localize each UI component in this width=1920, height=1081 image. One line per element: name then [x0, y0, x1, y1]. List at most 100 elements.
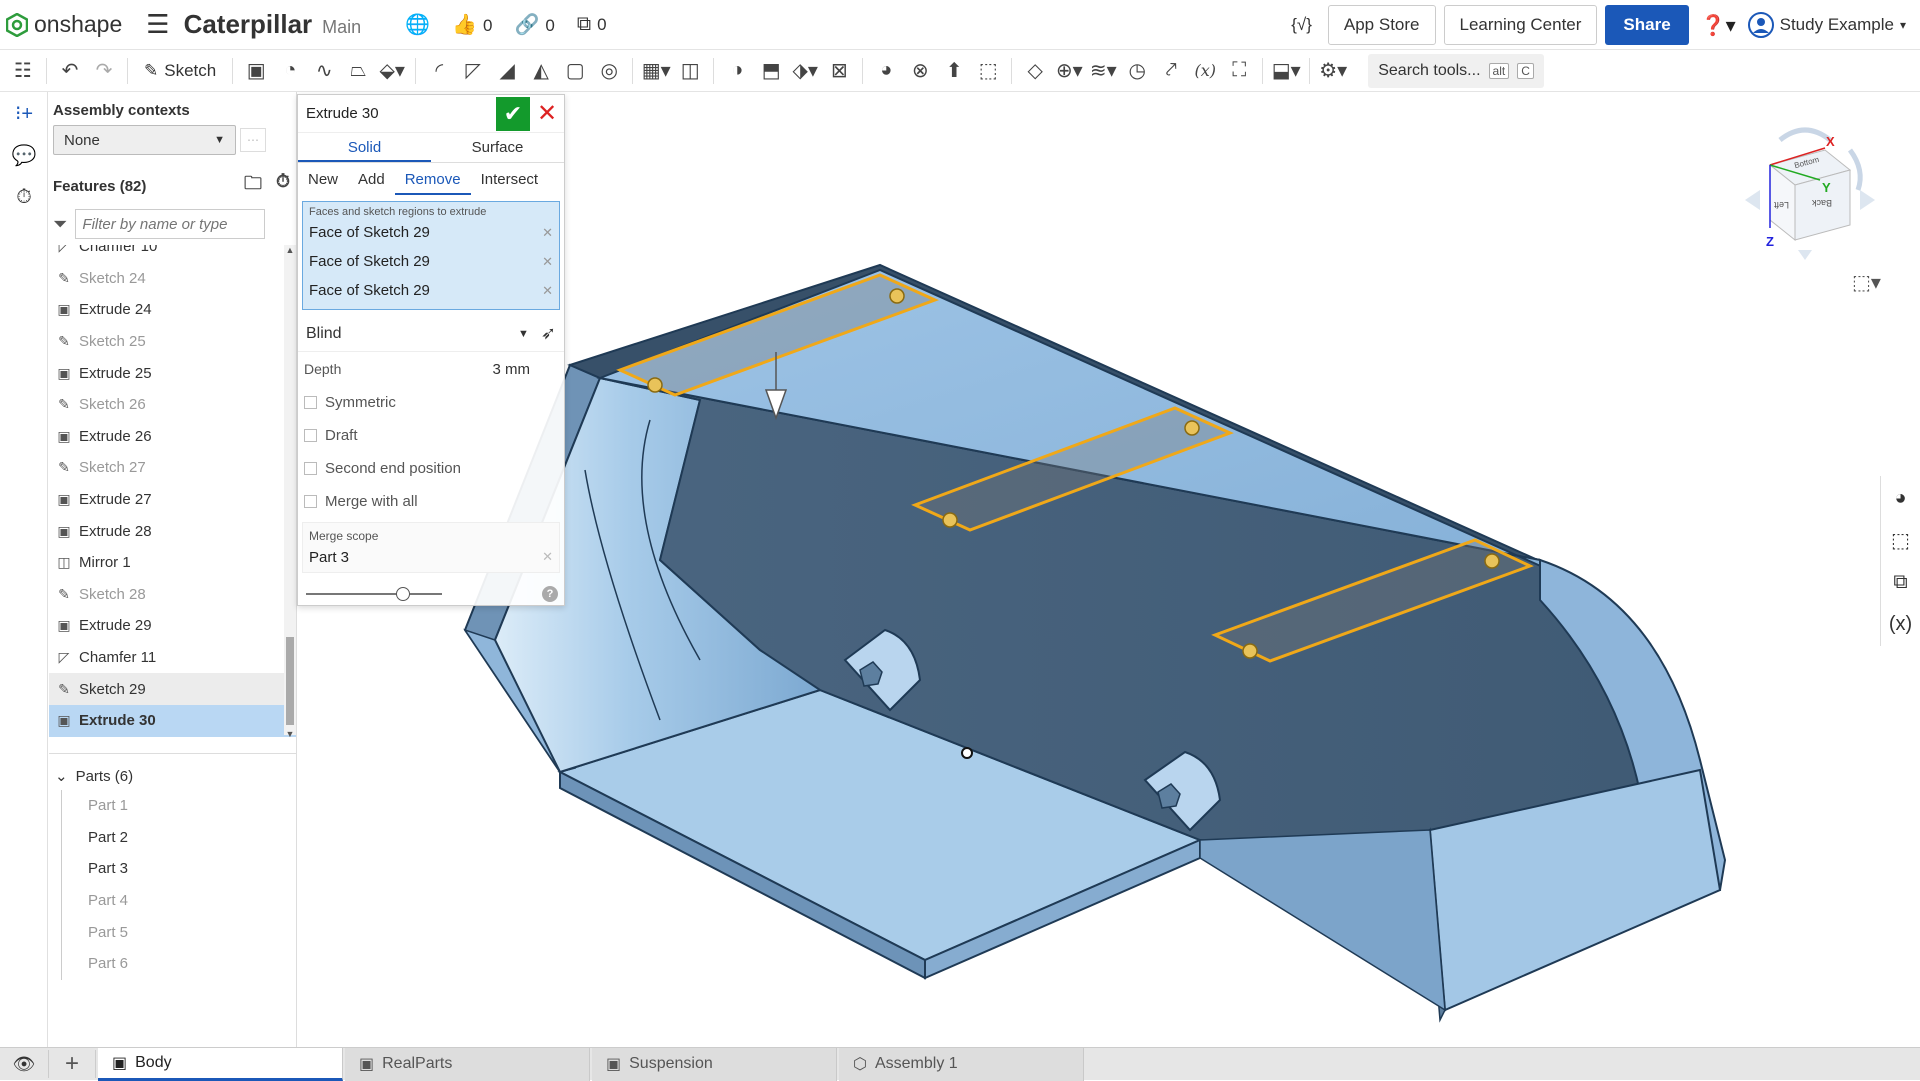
- variables-panel-icon[interactable]: (x): [1881, 606, 1920, 642]
- split-tool-icon[interactable]: ⬒: [754, 54, 788, 88]
- depth-field[interactable]: Depth 3 mm: [298, 352, 564, 386]
- derived-tool-icon[interactable]: ⤤: [1154, 54, 1188, 88]
- op-new[interactable]: New: [298, 165, 348, 195]
- search-tools-input[interactable]: Search tools... alt C: [1368, 53, 1544, 88]
- variable-tool-icon[interactable]: (x): [1188, 54, 1222, 88]
- tab-realparts[interactable]: ▣ RealParts: [345, 1047, 590, 1081]
- parts-properties-icon[interactable]: ⬚: [1881, 522, 1920, 558]
- feature-item[interactable]: ▣ Extrude 26: [49, 421, 296, 453]
- second-end-checkbox[interactable]: Second end position: [298, 452, 564, 485]
- help-icon[interactable]: ?: [542, 586, 558, 602]
- feature-item[interactable]: ▣ Extrude 30: [49, 704, 296, 737]
- accept-check-icon[interactable]: ✔: [496, 96, 530, 131]
- fillet-tool-icon[interactable]: ◜: [422, 54, 456, 88]
- hole-tool-icon[interactable]: ◎: [592, 54, 626, 88]
- more-icon[interactable]: ⋯: [240, 128, 266, 152]
- feature-item[interactable]: ✎ Sketch 27: [49, 452, 296, 484]
- feature-item[interactable]: ▣ Extrude 29: [49, 610, 296, 642]
- shell-tool-icon[interactable]: ▢: [558, 54, 592, 88]
- gear-icon[interactable]: ⚙▾: [1316, 54, 1350, 88]
- feature-list-scrollbar[interactable]: ▲ ▼: [284, 245, 296, 739]
- plane-tool-icon[interactable]: ◇: [1018, 54, 1052, 88]
- feature-item[interactable]: ◸ Chamfer 10: [49, 245, 296, 263]
- remove-x-icon[interactable]: ✕: [542, 254, 553, 270]
- transform-tool-icon[interactable]: ⬗▾: [788, 54, 822, 88]
- op-remove[interactable]: Remove: [394, 165, 471, 195]
- feature-item[interactable]: ◫ Mirror 1: [49, 547, 296, 579]
- part-item[interactable]: Part 6: [61, 947, 296, 980]
- tab-manager-icon[interactable]: 👁: [0, 1054, 48, 1075]
- boolean-tool-icon[interactable]: ◑: [720, 54, 754, 88]
- cube-face-back[interactable]: Back: [1812, 198, 1832, 208]
- part-item[interactable]: Part 1: [61, 790, 296, 822]
- preview-slider[interactable]: ?: [306, 579, 558, 609]
- user-menu[interactable]: Study Example ▾: [1747, 12, 1906, 38]
- tab-surface[interactable]: Surface: [431, 133, 564, 162]
- add-icon[interactable]: ⁝+: [0, 92, 48, 134]
- modify-fillet-tool-icon[interactable]: ◕: [869, 54, 903, 88]
- feature-item[interactable]: ✎ Sketch 29: [49, 673, 296, 705]
- feature-item[interactable]: ▣ Extrude 27: [49, 484, 296, 516]
- like-counter[interactable]: 👍 0: [452, 12, 492, 37]
- tab-suspension[interactable]: ▣ Suspension: [592, 1047, 837, 1081]
- appearance-icon[interactable]: ◕: [1881, 480, 1920, 516]
- feature-item[interactable]: ◸ Chamfer 11: [49, 642, 296, 674]
- cube-face-left[interactable]: Left: [1774, 200, 1789, 210]
- delete-face-tool-icon[interactable]: ⊗: [903, 54, 937, 88]
- merge-scope-field[interactable]: Merge scope Part 3 ✕: [302, 522, 560, 573]
- feature-item[interactable]: ✎ Sketch 24: [49, 263, 296, 295]
- chamfer-tool-icon[interactable]: ◸: [456, 54, 490, 88]
- feature-filter-input[interactable]: [75, 209, 266, 239]
- copy-counter[interactable]: ⧉ 0: [577, 13, 607, 36]
- feature-item[interactable]: ▣ Extrude 28: [49, 515, 296, 547]
- feature-list-icon[interactable]: ☷: [6, 54, 40, 88]
- replace-face-tool-icon[interactable]: ⬚: [971, 54, 1005, 88]
- redo-icon[interactable]: ↷: [87, 54, 121, 88]
- faces-selection-box[interactable]: Faces and sketch regions to extrude Face…: [302, 201, 560, 310]
- history-icon[interactable]: ⏱: [0, 176, 48, 218]
- menu-icon[interactable]: ☰: [146, 9, 169, 40]
- mirror-tool-icon[interactable]: ◫: [673, 54, 707, 88]
- loft-tool-icon[interactable]: ⏢: [341, 54, 375, 88]
- comment-icon[interactable]: 💬: [0, 134, 48, 176]
- view-options-icon[interactable]: ⬚▾: [1852, 270, 1881, 295]
- symmetric-checkbox[interactable]: Symmetric: [298, 386, 564, 419]
- thicken-tool-icon[interactable]: ⬙▾: [375, 54, 409, 88]
- part-item[interactable]: Part 2: [61, 821, 296, 854]
- app-store-button[interactable]: App Store: [1327, 5, 1436, 45]
- assembly-context-select[interactable]: None ▼: [53, 125, 236, 155]
- mate-connector-tool-icon[interactable]: ⊕▾: [1052, 54, 1086, 88]
- op-intersect[interactable]: Intersect: [471, 165, 549, 195]
- measure-tool-icon[interactable]: ◷: [1120, 54, 1154, 88]
- feature-item[interactable]: ✎ Sketch 26: [49, 389, 296, 421]
- part-item[interactable]: Part 5: [61, 916, 296, 948]
- selected-face-item[interactable]: Face of Sketch 29 ✕: [309, 218, 553, 247]
- help-icon[interactable]: ❓▾: [1701, 13, 1736, 38]
- tab-body[interactable]: ▣ Body: [98, 1047, 343, 1081]
- add-folder-icon[interactable]: 🗀: [244, 171, 262, 201]
- feature-item[interactable]: ✎ Sketch 25: [49, 326, 296, 358]
- composite-tool-icon[interactable]: ⛶: [1222, 54, 1256, 88]
- cancel-x-icon[interactable]: ✕: [530, 97, 564, 131]
- share-button[interactable]: Share: [1605, 5, 1689, 45]
- onshape-logo[interactable]: onshape: [6, 11, 122, 38]
- selected-face-item[interactable]: Face of Sketch 29 ✕: [309, 276, 553, 305]
- parts-header[interactable]: ⌄ Parts (6): [49, 762, 296, 790]
- sketch-button[interactable]: ✎ Sketch: [134, 61, 226, 81]
- remove-x-icon[interactable]: ✕: [542, 283, 553, 299]
- feature-item[interactable]: ✎ Sketch 28: [49, 579, 296, 611]
- slider-knob[interactable]: [396, 587, 410, 601]
- filter-icon[interactable]: ⏷: [53, 214, 67, 235]
- feature-item[interactable]: ▣ Extrude 25: [49, 357, 296, 389]
- branch-name[interactable]: Main: [322, 17, 361, 38]
- draft-checkbox[interactable]: Draft: [298, 419, 564, 452]
- merge-all-checkbox[interactable]: Merge with all: [298, 485, 564, 518]
- part-item[interactable]: Part 4: [61, 884, 296, 917]
- document-title[interactable]: Caterpillar: [184, 9, 313, 40]
- selected-face-item[interactable]: Face of Sketch 29 ✕: [309, 247, 553, 276]
- revolve-tool-icon[interactable]: ◔: [273, 54, 307, 88]
- extrude-tool-icon[interactable]: ▣: [239, 54, 273, 88]
- remove-x-icon[interactable]: ✕: [542, 549, 553, 566]
- flip-direction-icon[interactable]: ➶: [541, 323, 556, 344]
- undo-icon[interactable]: ↶: [53, 54, 87, 88]
